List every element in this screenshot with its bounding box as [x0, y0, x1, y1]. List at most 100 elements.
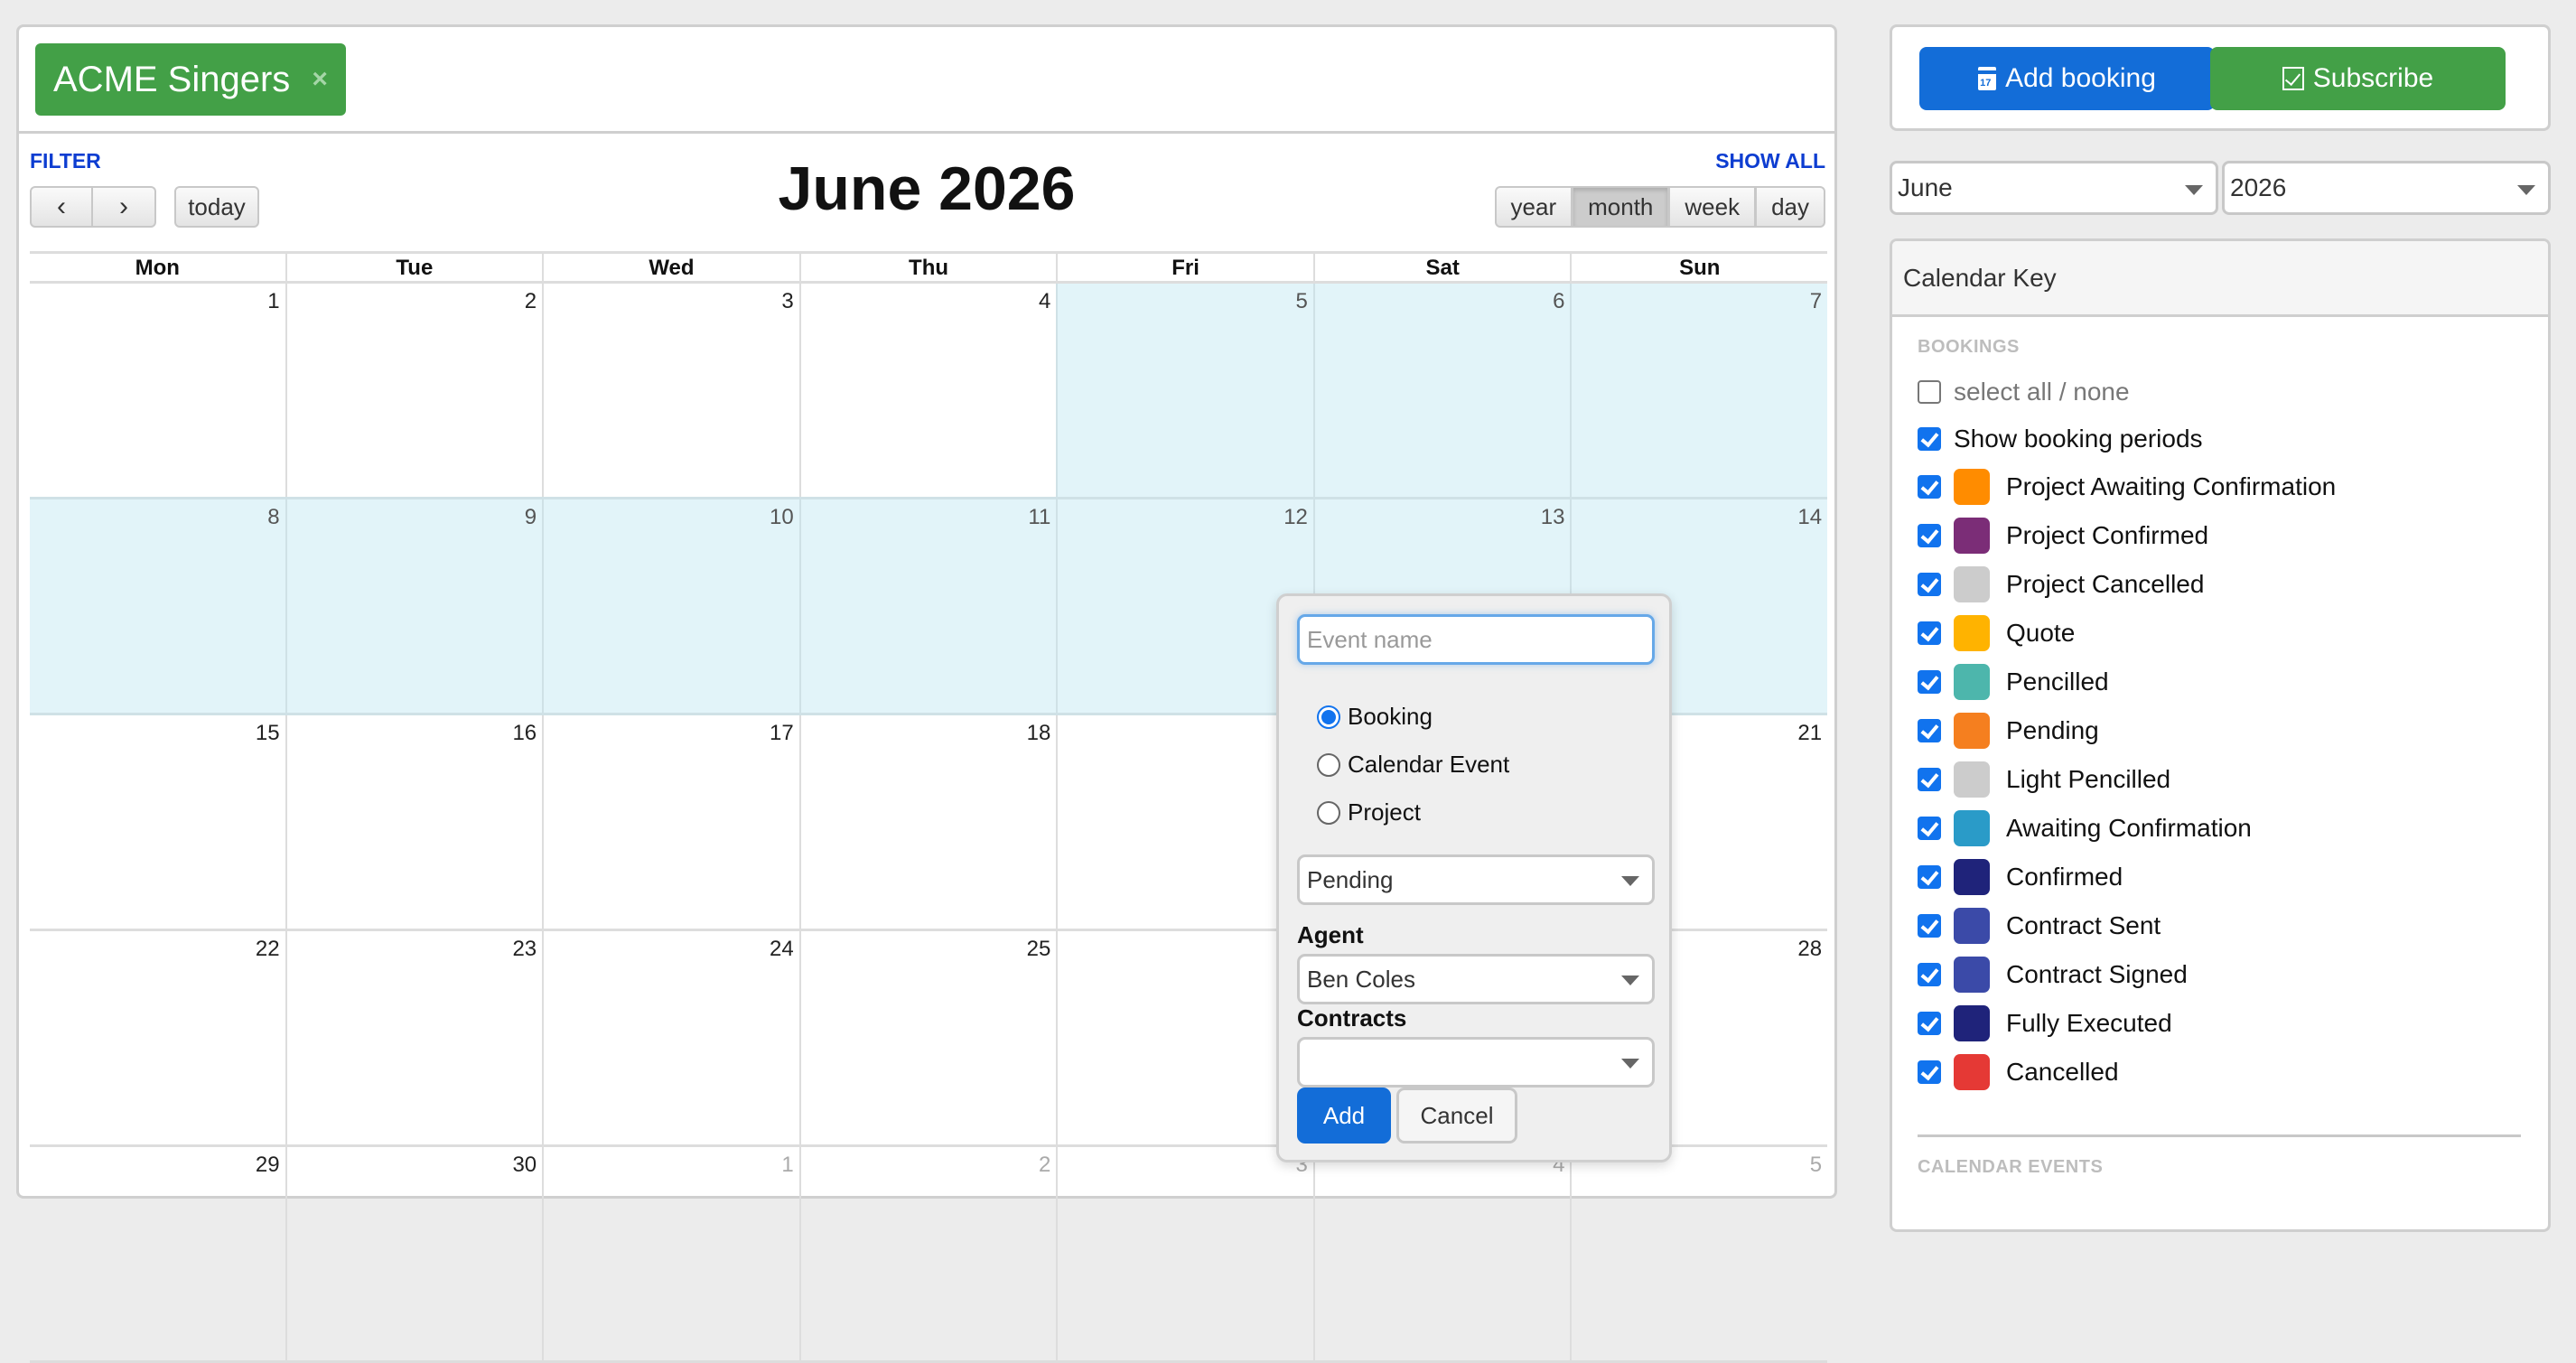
radio-label: Project — [1348, 798, 1421, 826]
day-cell[interactable]: 15 — [30, 715, 285, 929]
year-select[interactable]: 2026 — [2222, 161, 2551, 215]
key-item-checkbox[interactable] — [1918, 524, 1941, 547]
filter-tags-bar: ACME Singers × — [19, 27, 1834, 134]
key-item-checkbox[interactable] — [1918, 914, 1941, 938]
day-cell[interactable]: 23 — [285, 931, 543, 1144]
day-number: 17 — [770, 721, 794, 745]
key-item-project-awaiting-confirmation[interactable]: Project Awaiting Confirmation — [1918, 462, 2548, 511]
key-item-checkbox[interactable] — [1918, 1060, 1941, 1084]
key-item-checkbox[interactable] — [1918, 573, 1941, 596]
event-type-project[interactable]: Project — [1317, 798, 1421, 826]
select-all-checkbox[interactable] — [1918, 380, 1941, 404]
event-type-booking[interactable]: Booking — [1317, 703, 1433, 731]
add-event-button[interactable]: Add — [1297, 1088, 1391, 1144]
key-item-quote[interactable]: Quote — [1918, 609, 2548, 658]
show-booking-periods-row[interactable]: Show booking periods — [1918, 415, 2548, 462]
key-item-checkbox[interactable] — [1918, 817, 1941, 840]
view-week-button[interactable]: week — [1669, 186, 1757, 228]
event-type-calendar-event[interactable]: Calendar Event — [1317, 751, 1509, 779]
radio-button[interactable] — [1317, 705, 1340, 729]
show-booking-periods-checkbox[interactable] — [1918, 427, 1941, 451]
key-item-cancelled[interactable]: Cancelled — [1918, 1048, 2548, 1097]
day-cell[interactable]: 17 — [542, 715, 799, 929]
agent-select[interactable]: Ben Coles — [1297, 954, 1655, 1004]
day-cell[interactable]: 4 — [1312, 1147, 1571, 1360]
day-cell[interactable]: 7 — [1570, 284, 1828, 497]
color-swatch — [1954, 664, 1990, 700]
day-cell[interactable]: 24 — [542, 931, 799, 1144]
day-cell[interactable]: 29 — [30, 1147, 285, 1360]
day-number: 9 — [524, 505, 537, 529]
day-number: 13 — [1540, 505, 1565, 529]
day-cell[interactable]: 11 — [798, 499, 1057, 713]
key-item-pencilled[interactable]: Pencilled — [1918, 658, 2548, 706]
day-cell[interactable]: 18 — [798, 715, 1057, 929]
key-item-checkbox[interactable] — [1918, 865, 1941, 889]
event-name-input[interactable] — [1297, 614, 1655, 665]
month-select[interactable]: June — [1890, 161, 2218, 215]
day-cell[interactable]: 8 — [30, 499, 285, 713]
day-number: 30 — [512, 1153, 537, 1177]
day-cell[interactable]: 9 — [285, 499, 543, 713]
day-cell[interactable]: 5 — [1570, 1147, 1827, 1360]
filter-tag-label: ACME Singers — [53, 59, 291, 99]
weekday-header: Fri — [1056, 254, 1313, 281]
view-month-button[interactable]: month — [1573, 186, 1670, 228]
key-item-checkbox[interactable] — [1918, 768, 1941, 791]
key-item-fully-executed[interactable]: Fully Executed — [1918, 999, 2548, 1048]
day-cell[interactable]: 25 — [798, 931, 1057, 1144]
day-cell[interactable]: 2 — [798, 1147, 1057, 1360]
day-number: 16 — [512, 721, 537, 745]
day-cell[interactable]: 1 — [542, 1147, 799, 1360]
radio-label: Booking — [1348, 703, 1433, 730]
status-select-value: Pending — [1307, 865, 1394, 893]
month-select-value: June — [1898, 173, 1953, 201]
key-item-checkbox[interactable] — [1918, 670, 1941, 694]
day-cell[interactable]: 12 — [1056, 499, 1313, 713]
day-cell[interactable]: 30 — [285, 1147, 543, 1360]
day-cell[interactable]: 4 — [798, 284, 1057, 497]
day-number: 6 — [1553, 289, 1565, 313]
view-day-button[interactable]: day — [1756, 186, 1825, 228]
status-select[interactable]: Pending — [1297, 854, 1655, 905]
day-cell[interactable]: 5 — [1056, 284, 1313, 497]
remove-tag-icon[interactable]: × — [312, 64, 328, 95]
contracts-select[interactable] — [1297, 1037, 1655, 1088]
key-item-pending[interactable]: Pending — [1918, 706, 2548, 755]
dropdown-arrow-icon — [1621, 876, 1639, 886]
key-item-checkbox[interactable] — [1918, 1012, 1941, 1035]
day-cell[interactable]: 2 — [285, 284, 543, 497]
day-cell[interactable]: 1 — [30, 284, 285, 497]
key-item-project-cancelled[interactable]: Project Cancelled — [1918, 560, 2548, 609]
day-cell[interactable]: 3 — [1056, 1147, 1313, 1360]
day-cell[interactable]: 6 — [1312, 284, 1571, 497]
key-item-checkbox[interactable] — [1918, 621, 1941, 645]
key-item-checkbox[interactable] — [1918, 475, 1941, 499]
key-item-confirmed[interactable]: Confirmed — [1918, 853, 2548, 901]
add-booking-button[interactable]: 17 Add booking — [1919, 47, 2215, 110]
subscribe-button[interactable]: Subscribe — [2210, 47, 2506, 110]
day-cell[interactable]: 10 — [542, 499, 799, 713]
radio-button[interactable] — [1317, 752, 1340, 777]
color-swatch — [1954, 1054, 1990, 1090]
cancel-event-button[interactable]: Cancel — [1396, 1088, 1517, 1144]
key-item-project-confirmed[interactable]: Project Confirmed — [1918, 511, 2548, 560]
day-cell[interactable]: 26 — [1056, 931, 1313, 1144]
day-cell[interactable]: 19 — [1056, 715, 1313, 929]
key-item-label: Cancelled — [2006, 1058, 2119, 1086]
select-all-none-row[interactable]: select all / none — [1918, 369, 2548, 415]
day-cell[interactable]: 22 — [30, 931, 285, 1144]
key-item-contract-sent[interactable]: Contract Sent — [1918, 901, 2548, 950]
day-cell[interactable]: 16 — [285, 715, 543, 929]
color-swatch — [1954, 713, 1990, 749]
key-item-light-pencilled[interactable]: Light Pencilled — [1918, 755, 2548, 804]
radio-button[interactable] — [1317, 800, 1340, 825]
day-number: 12 — [1283, 505, 1308, 529]
filter-tag-acme-singers: ACME Singers × — [35, 43, 346, 116]
day-cell[interactable]: 3 — [542, 284, 799, 497]
key-item-awaiting-confirmation[interactable]: Awaiting Confirmation — [1918, 804, 2548, 853]
view-year-button[interactable]: year — [1494, 186, 1573, 228]
key-item-checkbox[interactable] — [1918, 719, 1941, 742]
key-item-contract-signed[interactable]: Contract Signed — [1918, 950, 2548, 999]
key-item-checkbox[interactable] — [1918, 963, 1941, 986]
